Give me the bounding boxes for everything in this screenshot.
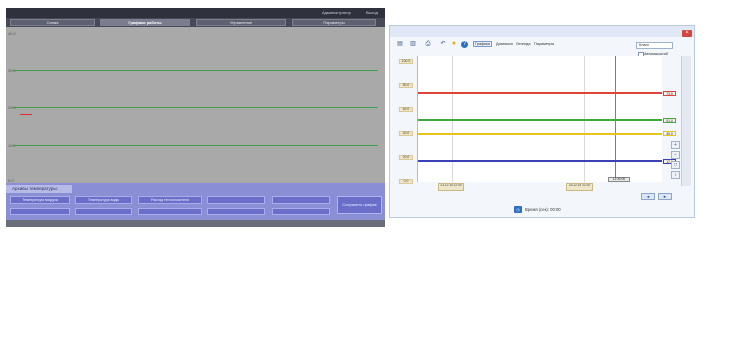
tab-parameters[interactable]: Параметры [292, 19, 376, 26]
archive-title: Архивы температуры: [12, 186, 58, 191]
cursor-time-label: 12:30:00 [608, 177, 630, 182]
zoom-in-icon[interactable]: + [671, 141, 680, 149]
archive-button-3[interactable]: Расход теплоносителя [138, 196, 202, 204]
grid-line [12, 70, 378, 71]
x-tick-label: 23.12.15 12:00 [438, 183, 464, 191]
work-graph-area: 40.0 30.0 20.0 10.0 0.0 [6, 27, 385, 183]
current-value-marker [20, 114, 32, 115]
scada-panel: Администратор Выход Схема Графики работы… [6, 8, 385, 227]
top-bar: Администратор Выход [6, 8, 385, 18]
class-select[interactable]: Класс [636, 42, 673, 49]
undo-icon[interactable]: ↶ [439, 41, 447, 48]
grid-line [12, 107, 378, 108]
toolbar-parameters[interactable]: Параметры [534, 42, 554, 46]
user-name: Администратор [322, 10, 351, 15]
archive-button-10[interactable] [272, 208, 330, 215]
archive-panel: Архивы температуры: Температура воздуха … [6, 183, 385, 220]
export-icon[interactable]: ▥ [409, 41, 417, 48]
archive-button-7[interactable] [75, 208, 132, 215]
y-tick-label: 80.0 [399, 83, 413, 88]
tab-bar: Схема Графики работы Управление Параметр… [6, 18, 385, 27]
prev-button[interactable]: ◄ [641, 193, 655, 200]
archive-button-2[interactable]: Температура воды [75, 196, 132, 204]
toolbar-graphs[interactable]: Графики [473, 41, 493, 47]
clock-icon: ◷ [514, 206, 522, 213]
grid-line [12, 145, 378, 146]
fit-icon[interactable]: □ [671, 161, 680, 169]
series-value-label: 73.5 [663, 90, 676, 96]
archive-button-9[interactable] [207, 208, 265, 215]
y-tick-label: 60.0 [399, 107, 413, 112]
trend-window: × ▤ ▥ ⎙ ↶ ★ ? Графики Диапазон Легенда П… [389, 25, 695, 218]
next-button[interactable]: ► [658, 193, 672, 200]
series-line [418, 160, 662, 163]
close-icon[interactable]: × [682, 30, 692, 37]
print-icon[interactable]: ⎙ [424, 41, 432, 48]
archive-button-1[interactable]: Температура воздуха [10, 196, 70, 204]
window-title-bar[interactable] [390, 26, 694, 37]
vertical-scrollbar[interactable] [681, 56, 691, 186]
archive-button-6[interactable] [10, 208, 70, 215]
status-time: Время (сек): 00:00 [525, 207, 561, 212]
toolbar-range[interactable]: Диапазон [496, 42, 513, 46]
y-tick-label: 40.0 [399, 131, 413, 136]
archive-button-4[interactable] [207, 196, 265, 204]
tab-scheme[interactable]: Схема [10, 19, 95, 26]
trend-plot-area[interactable] [417, 56, 662, 182]
zoom-out-icon[interactable]: − [671, 151, 680, 159]
save-icon[interactable]: ▤ [396, 41, 404, 48]
autoscale-label: Автомасштаб [644, 51, 668, 56]
star-icon[interactable]: ★ [450, 41, 458, 48]
series-value-label: 51.0 [663, 117, 676, 123]
tab-work-graphs[interactable]: Графики работы [100, 19, 190, 26]
series-line [418, 92, 662, 95]
y-tick-label: 0.0 [399, 179, 413, 184]
x-tick-label: 23.12.15 12:20 [566, 183, 593, 191]
y-axis-label: 40.0 [8, 31, 16, 36]
y-tick-label: 20.0 [399, 155, 413, 160]
tab-control[interactable]: Управление [196, 19, 286, 26]
series-line [418, 119, 662, 122]
logout-link[interactable]: Выход [366, 10, 378, 15]
pan-icon[interactable]: ↕ [671, 171, 680, 179]
help-icon[interactable]: ? [461, 41, 468, 48]
series-value-label: 40.0 [663, 131, 676, 137]
toolbar-legend[interactable]: Легенда [516, 42, 530, 46]
archive-button-8[interactable] [138, 208, 202, 215]
series-line [418, 132, 662, 135]
archive-button-5[interactable] [272, 196, 330, 204]
bottom-strip [6, 220, 385, 227]
y-tick-label: 100.0 [399, 59, 413, 64]
save-graph-button[interactable]: Сохранить график [337, 196, 382, 214]
